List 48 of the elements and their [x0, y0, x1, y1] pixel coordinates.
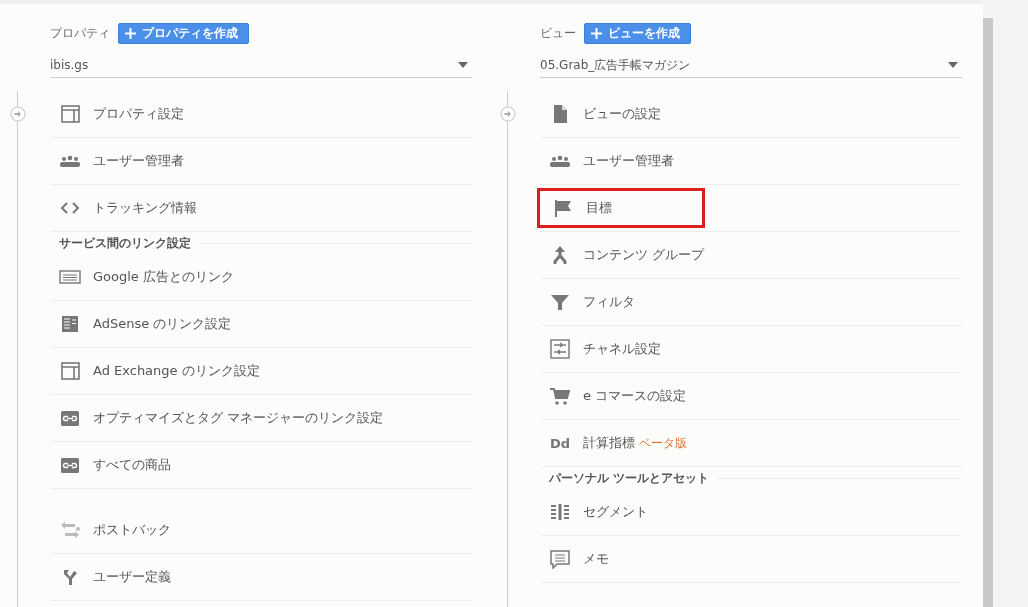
menu-item[interactable]: トラッキング情報: [59, 188, 197, 228]
flag-icon: [552, 198, 574, 218]
section-label: ビュー: [540, 24, 576, 42]
menu-item[interactable]: ユーザー管理者: [549, 141, 674, 181]
swap-arrows-icon: [59, 520, 81, 540]
menu-item[interactable]: オプティマイズとタグ マネージャーのリンク設定: [59, 398, 384, 438]
plus-icon: [591, 27, 602, 39]
menu-item[interactable]: メモ: [549, 539, 609, 579]
arrow-circle-icon[interactable]: [500, 106, 516, 122]
section-heading: サービス間のリンク設定: [59, 234, 191, 252]
layout-icon: [59, 361, 81, 381]
cart-icon: [549, 386, 571, 406]
menu-item[interactable]: Dd 計算指標 ベータ版: [549, 423, 687, 463]
link-icon: [59, 455, 81, 475]
section-heading: パーソナル ツールとアセット: [549, 469, 710, 487]
menu-item[interactable]: チャネル設定: [549, 329, 661, 369]
menu-item[interactable]: フィルタ: [549, 282, 635, 322]
dropdown-field[interactable]: ibis.gs: [50, 53, 472, 78]
page-layout-icon: [59, 314, 81, 334]
menu-item[interactable]: すべての商品: [59, 445, 171, 485]
menu-item[interactable]: セグメント: [549, 492, 648, 532]
dropdown-caret-icon: [458, 62, 468, 68]
arrow-circle-icon[interactable]: [10, 106, 26, 122]
filter-icon: [549, 292, 571, 312]
menu-item[interactable]: ポストバック: [59, 510, 171, 550]
ad-icon: [59, 267, 81, 287]
menu-item[interactable]: プロパティ設定: [59, 94, 184, 134]
menu-item[interactable]: Google 広告とのリンク: [59, 257, 234, 297]
menu-item[interactable]: Ad Exchange のリンク設定: [59, 351, 260, 391]
menu-item[interactable]: ユーザー管理者: [59, 141, 184, 181]
section-label: プロパティ: [50, 24, 110, 42]
menu-item[interactable]: 目標: [537, 188, 705, 228]
scrollbar[interactable]: [983, 18, 993, 607]
menu-item[interactable]: e コマースの設定: [549, 376, 687, 416]
menu-item[interactable]: AdSense のリンク設定: [59, 304, 232, 344]
layout-icon: [59, 104, 81, 124]
letters-icon: Dd: [549, 435, 571, 451]
beta-label: ベータ版: [639, 436, 687, 450]
menu-item[interactable]: ビューの設定: [549, 94, 661, 134]
menu-item[interactable]: コンテンツ グループ: [549, 235, 705, 275]
channel-icon: [549, 339, 571, 359]
plus-icon: [125, 27, 136, 39]
link-icon: [59, 408, 81, 428]
menu-item[interactable]: ユーザー定義: [59, 557, 171, 597]
segment-icon: [549, 502, 571, 522]
dropdown-field[interactable]: 05.Grab_広告手帳マガジン: [540, 53, 962, 78]
dropdown-caret-icon: [948, 62, 958, 68]
comment-icon: [549, 549, 571, 569]
